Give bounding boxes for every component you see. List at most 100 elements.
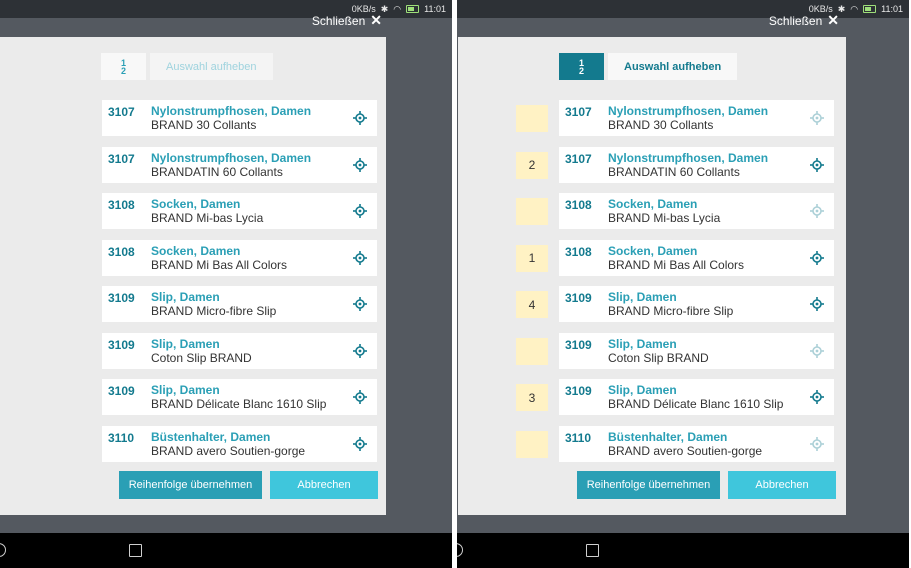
product-category: Nylonstrumpfhosen, Damen	[608, 150, 769, 165]
locate-target-icon[interactable]	[810, 390, 824, 404]
locate-target-icon[interactable]	[353, 436, 367, 451]
product-card[interactable]: 3109 Slip, Damen BRAND Délicate Blanc 1610…	[102, 379, 377, 415]
locate-target-icon[interactable]	[353, 111, 367, 125]
product-code: 3108	[108, 198, 135, 212]
order-number-badge[interactable]	[516, 198, 548, 225]
order-number-badge[interactable]: 4	[516, 291, 548, 318]
locate-target-icon[interactable]	[353, 204, 367, 218]
order-number-badge[interactable]: 1	[516, 244, 548, 272]
recents-square-icon[interactable]	[129, 544, 142, 557]
order-number-badge[interactable]: 2	[516, 151, 548, 179]
product-code: 3108	[565, 198, 592, 212]
product-name: BRAND 30 Collants	[151, 118, 257, 132]
product-card[interactable]: 3109 Slip, Damen BRAND Micro-fibre Slip	[102, 286, 377, 322]
product-code: 3109	[565, 291, 592, 305]
list-item: 3109 Slip, Damen BRAND Délicate Blanc 1610…	[102, 379, 377, 415]
product-card[interactable]: 3108 Socken, Damen BRAND Mi Bas All Colors	[102, 239, 377, 276]
apply-order-button[interactable]: Reihenfolge übernehmen	[119, 471, 262, 499]
numbered-sort-button[interactable]: 12	[559, 53, 604, 80]
product-name: BRAND Micro-fibre Slip	[151, 304, 277, 318]
close-button[interactable]: Schließen ✕	[312, 12, 382, 29]
battery-icon	[406, 5, 420, 13]
product-code: 3110	[108, 430, 135, 445]
product-category: Slip, Damen	[151, 290, 220, 304]
product-card[interactable]: 3109 Slip, Damen Coton Slip BRAND	[559, 332, 834, 369]
product-name: Coton Slip BRAND	[151, 350, 252, 365]
product-code: 3108	[565, 244, 592, 259]
close-button[interactable]: Schließen ✕	[769, 12, 839, 29]
product-code: 3109	[565, 337, 592, 352]
close-icon: ✕	[827, 12, 839, 28]
wifi-icon: ◠	[393, 3, 402, 14]
sort-dialog: 12 Auswahl aufheben 3107 Nylonstrumpfhose…	[0, 37, 386, 515]
product-name: BRAND avero Soutien-gorge	[151, 443, 306, 458]
order-number-badge[interactable]	[516, 105, 548, 132]
product-code: 3109	[108, 384, 135, 398]
locate-target-icon[interactable]	[810, 436, 824, 451]
locate-target-icon[interactable]	[810, 297, 824, 311]
locate-target-icon[interactable]	[353, 390, 367, 404]
locate-target-icon[interactable]	[810, 111, 824, 125]
product-texts: Nylonstrumpfhosen, Damen BRAND 30 Collant…	[608, 100, 768, 133]
product-name: BRAND Mi-bas Lycia	[151, 211, 264, 225]
product-card[interactable]: 3109 Slip, Damen BRAND Délicate Blanc 1610…	[559, 379, 834, 415]
product-card[interactable]: 3108 Socken, Damen BRAND Mi Bas All Colors	[559, 239, 834, 276]
order-number-badge[interactable]	[516, 337, 548, 365]
apply-order-button[interactable]: Reihenfolge übernehmen	[577, 471, 720, 499]
product-texts: Nylonstrumpfhosen, Damen BRANDATIN 60 Col…	[608, 147, 768, 180]
product-card[interactable]: 3110 Büstenhalter, Damen BRAND avero Souti…	[559, 425, 834, 462]
product-category: Socken, Damen	[608, 243, 698, 258]
back-circle-icon[interactable]	[0, 543, 6, 557]
product-card[interactable]: 3107 Nylonstrumpfhosen, Damen BRANDATIN 60…	[559, 146, 834, 183]
locate-target-icon[interactable]	[810, 343, 824, 358]
product-card[interactable]: 3110 Büstenhalter, Damen BRAND avero Souti…	[102, 425, 377, 462]
wifi-icon: ◠	[850, 3, 859, 14]
cancel-button[interactable]: Abbrechen	[270, 471, 378, 499]
list-item: 3110 Büstenhalter, Damen BRAND avero Souti…	[516, 425, 834, 462]
locate-target-icon[interactable]	[353, 157, 367, 172]
product-category: Slip, Damen	[151, 383, 220, 397]
product-card[interactable]: 3109 Slip, Damen Coton Slip BRAND	[102, 332, 377, 369]
product-code: 3108	[108, 244, 135, 259]
product-name: BRANDATIN 60 Collants	[608, 164, 740, 179]
close-icon: ✕	[370, 12, 382, 28]
product-texts: Slip, Damen BRAND Délicate Blanc 1610 Sli…	[608, 379, 783, 412]
order-number-badge[interactable]: 3	[516, 384, 548, 411]
back-circle-icon[interactable]	[457, 543, 463, 557]
list-item: 3 3109 Slip, Damen BRAND Délicate Blanc 161…	[516, 379, 834, 415]
recents-square-icon[interactable]	[586, 544, 599, 557]
list-item: 4 3109 Slip, Damen BRAND Micro-fibre Slip	[516, 286, 834, 322]
clock: 11:01	[424, 4, 446, 14]
list-item: 3107 Nylonstrumpfhosen, Damen BRANDATIN 60…	[102, 146, 377, 183]
product-category: Nylonstrumpfhosen, Damen	[151, 104, 312, 118]
numbered-sort-button[interactable]: 12	[101, 53, 146, 80]
dialog-actions: Reihenfolge übernehmen Abbrechen	[577, 471, 836, 499]
product-texts: Slip, Damen BRAND Micro-fibre Slip	[608, 286, 733, 319]
locate-target-icon[interactable]	[810, 157, 824, 172]
order-number-badge[interactable]	[516, 430, 548, 458]
clear-selection-button[interactable]: Auswahl aufheben	[608, 53, 738, 80]
list-item: 3108 Socken, Damen BRAND Mi Bas All Colors	[102, 239, 377, 276]
locate-target-icon[interactable]	[810, 204, 824, 218]
cancel-button[interactable]: Abbrechen	[728, 471, 836, 499]
product-card[interactable]: 3109 Slip, Damen BRAND Micro-fibre Slip	[559, 286, 834, 322]
locate-target-icon[interactable]	[810, 250, 824, 265]
product-card[interactable]: 3107 Nylonstrumpfhosen, Damen BRAND 30 Col…	[559, 100, 834, 136]
locate-target-icon[interactable]	[353, 343, 367, 358]
product-card[interactable]: 3107 Nylonstrumpfhosen, Damen BRANDATIN 60…	[102, 146, 377, 183]
navigation-bar	[457, 533, 909, 568]
locate-target-icon[interactable]	[353, 250, 367, 265]
product-name: BRAND Mi Bas All Colors	[608, 257, 745, 272]
clear-selection-button[interactable]: Auswahl aufheben	[150, 53, 273, 80]
close-label: Schließen	[768, 13, 823, 28]
product-texts: Büstenhalter, Damen BRAND avero Soutien-g…	[608, 426, 762, 459]
product-name: BRAND 30 Collants	[608, 118, 714, 132]
product-texts: Slip, Damen BRAND Délicate Blanc 1610 Sli…	[151, 379, 326, 412]
product-card[interactable]: 3108 Socken, Damen BRAND Mi-bas Lycia	[102, 193, 377, 229]
product-name: BRANDATIN 60 Collants	[151, 164, 283, 179]
product-card[interactable]: 3108 Socken, Damen BRAND Mi-bas Lycia	[559, 193, 834, 229]
product-name: BRAND Délicate Blanc 1610 Slip	[151, 397, 327, 411]
left-screen: 0KB/s ✱ ◠ 11:01 Schließen ✕ 12 Auswahl a…	[0, 0, 452, 568]
product-card[interactable]: 3107 Nylonstrumpfhosen, Damen BRAND 30 Col…	[102, 100, 377, 136]
locate-target-icon[interactable]	[353, 297, 367, 311]
